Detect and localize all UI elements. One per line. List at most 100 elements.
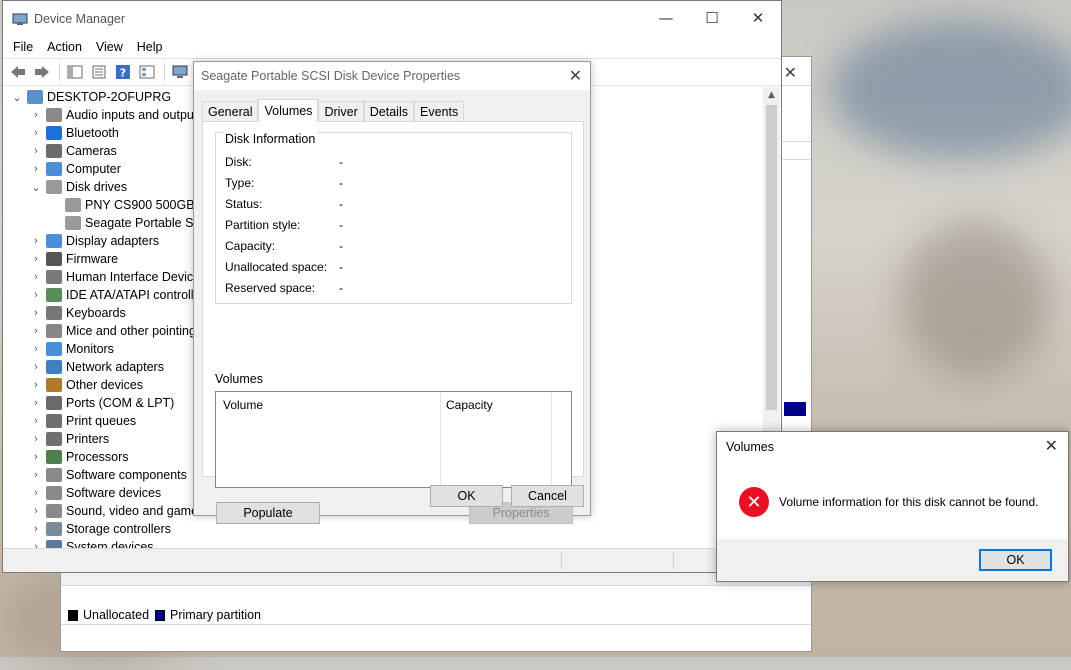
- tab-general[interactable]: General: [202, 101, 259, 121]
- partition-bar[interactable]: [784, 402, 806, 416]
- tree-node[interactable]: › Printers: [3, 430, 109, 448]
- chevron-right-icon[interactable]: ›: [30, 541, 42, 548]
- cancel-button[interactable]: Cancel: [511, 485, 584, 507]
- legend-item-unallocated: Unallocated: [68, 608, 149, 622]
- tree-node-label: Software devices: [66, 486, 162, 500]
- chevron-right-icon[interactable]: ›: [30, 145, 42, 157]
- chevron-right-icon[interactable]: ›: [30, 505, 42, 517]
- chip-icon: [46, 252, 62, 266]
- mouse-icon: [46, 324, 62, 338]
- menu-action[interactable]: Action: [40, 40, 89, 54]
- legend-swatch-unallocated: [68, 609, 78, 621]
- close-icon[interactable]: ✕: [1045, 436, 1058, 455]
- help-icon[interactable]: ?: [112, 61, 134, 83]
- menu-help[interactable]: Help: [130, 40, 170, 54]
- forward-arrow-icon[interactable]: [31, 61, 53, 83]
- maximize-icon[interactable]: ☐: [689, 1, 735, 34]
- tab-driver[interactable]: Driver: [318, 101, 364, 121]
- menu-view[interactable]: View: [89, 40, 130, 54]
- chevron-right-icon[interactable]: ›: [30, 361, 42, 373]
- controller-icon: [46, 288, 62, 302]
- chevron-down-icon[interactable]: ⌄: [11, 91, 23, 104]
- chevron-right-icon[interactable]: ›: [30, 325, 42, 337]
- info-value: -: [339, 260, 343, 274]
- ok-button[interactable]: OK: [430, 485, 503, 507]
- chevron-right-icon[interactable]: ›: [30, 433, 42, 445]
- tree-node[interactable]: › Storage controllers: [3, 520, 171, 538]
- tree-node[interactable]: › Keyboards: [3, 304, 126, 322]
- tree-node[interactable]: › System devices: [3, 538, 154, 548]
- scroll-thumb[interactable]: [766, 105, 777, 410]
- volumes-label: Volumes: [215, 372, 263, 386]
- title-bar: Device Manager — ☐ ✕: [3, 1, 781, 36]
- show-hide-tree-icon[interactable]: [64, 61, 86, 83]
- chevron-right-icon[interactable]: ›: [30, 379, 42, 391]
- scan-hardware-icon[interactable]: [169, 61, 191, 83]
- info-label: Status:: [225, 197, 263, 211]
- tree-node[interactable]: › Other devices: [3, 376, 143, 394]
- tab-details[interactable]: Details: [363, 101, 414, 121]
- tree-node[interactable]: › Firmware: [3, 250, 118, 268]
- column-header-capacity[interactable]: Capacity: [446, 398, 493, 412]
- close-icon[interactable]: ✕: [784, 63, 797, 82]
- info-row-status: Status: -: [225, 197, 343, 213]
- ok-button[interactable]: OK: [979, 549, 1052, 571]
- tree-node-label: Firmware: [66, 252, 119, 266]
- chevron-right-icon[interactable]: ›: [30, 469, 42, 481]
- tree-node[interactable]: › Display adapters: [3, 232, 159, 250]
- tree-node[interactable]: › Computer: [3, 160, 121, 178]
- tab-events[interactable]: Events: [414, 101, 465, 121]
- chevron-right-icon[interactable]: ›: [30, 235, 42, 247]
- chevron-right-icon[interactable]: ›: [30, 163, 42, 175]
- view-icon[interactable]: [136, 61, 158, 83]
- chevron-right-icon[interactable]: ›: [30, 127, 42, 139]
- tree-node-label: Print queues: [66, 414, 137, 428]
- info-label: Reserved space:: [225, 281, 316, 295]
- tree-node[interactable]: › Human Interface Devices: [3, 268, 206, 286]
- chevron-right-icon[interactable]: ›: [30, 253, 42, 265]
- tree-node[interactable]: › Bluetooth: [3, 124, 119, 142]
- chevron-right-icon[interactable]: ›: [30, 271, 42, 283]
- chevron-right-icon[interactable]: ›: [30, 289, 42, 301]
- tree-node[interactable]: › Cameras: [3, 142, 117, 160]
- tab-volumes[interactable]: Volumes: [258, 99, 319, 122]
- populate-button[interactable]: Populate: [216, 502, 320, 524]
- tree-node[interactable]: › IDE ATA/ATAPI controllers: [3, 286, 211, 304]
- tree-node[interactable]: › Print queues: [3, 412, 136, 430]
- tab-strip: General Volumes Driver Details Events: [202, 99, 465, 122]
- chevron-right-icon[interactable]: ›: [30, 415, 42, 427]
- back-arrow-icon[interactable]: [7, 61, 29, 83]
- tree-node[interactable]: ⌄ Disk drives: [3, 178, 127, 196]
- tree-node[interactable]: › Software components: [3, 466, 187, 484]
- chevron-right-icon[interactable]: ›: [30, 451, 42, 463]
- tree-node[interactable]: ⌄ DESKTOP-2OFUPRG: [3, 88, 171, 106]
- chevron-right-icon[interactable]: ›: [30, 109, 42, 121]
- scroll-up-icon[interactable]: ▲: [763, 87, 780, 104]
- legend-item-primary: Primary partition: [155, 608, 261, 622]
- tree-node-label: Network adapters: [66, 360, 164, 374]
- chevron-down-icon[interactable]: ⌄: [30, 181, 42, 194]
- properties-sheet-icon[interactable]: [88, 61, 110, 83]
- drive-icon: [65, 198, 81, 212]
- tree-node[interactable]: › Audio inputs and outputs: [3, 106, 204, 124]
- column-header-volume[interactable]: Volume: [223, 398, 263, 412]
- speaker-icon: [46, 504, 62, 518]
- chevron-right-icon[interactable]: ›: [30, 307, 42, 319]
- tree-node[interactable]: › Software devices: [3, 484, 161, 502]
- tree-node[interactable]: › Network adapters: [3, 358, 164, 376]
- chevron-right-icon[interactable]: ›: [30, 343, 42, 355]
- info-value: -: [339, 239, 343, 253]
- close-icon[interactable]: ✕: [569, 66, 582, 85]
- tree-node[interactable]: › Ports (COM & LPT): [3, 394, 174, 412]
- chevron-right-icon[interactable]: ›: [30, 397, 42, 409]
- menu-file[interactable]: File: [6, 40, 40, 54]
- tree-node[interactable]: › Monitors: [3, 340, 114, 358]
- tree-node[interactable]: PNY CS900 500GB SSD: [3, 196, 224, 214]
- close-icon[interactable]: ✕: [735, 1, 781, 34]
- chevron-right-icon[interactable]: ›: [30, 487, 42, 499]
- minimize-icon[interactable]: —: [643, 1, 689, 34]
- tree-node[interactable]: › Processors: [3, 448, 129, 466]
- chevron-right-icon[interactable]: ›: [30, 523, 42, 535]
- error-icon: ✕: [739, 487, 769, 517]
- volumes-list[interactable]: Volume Capacity: [215, 391, 572, 488]
